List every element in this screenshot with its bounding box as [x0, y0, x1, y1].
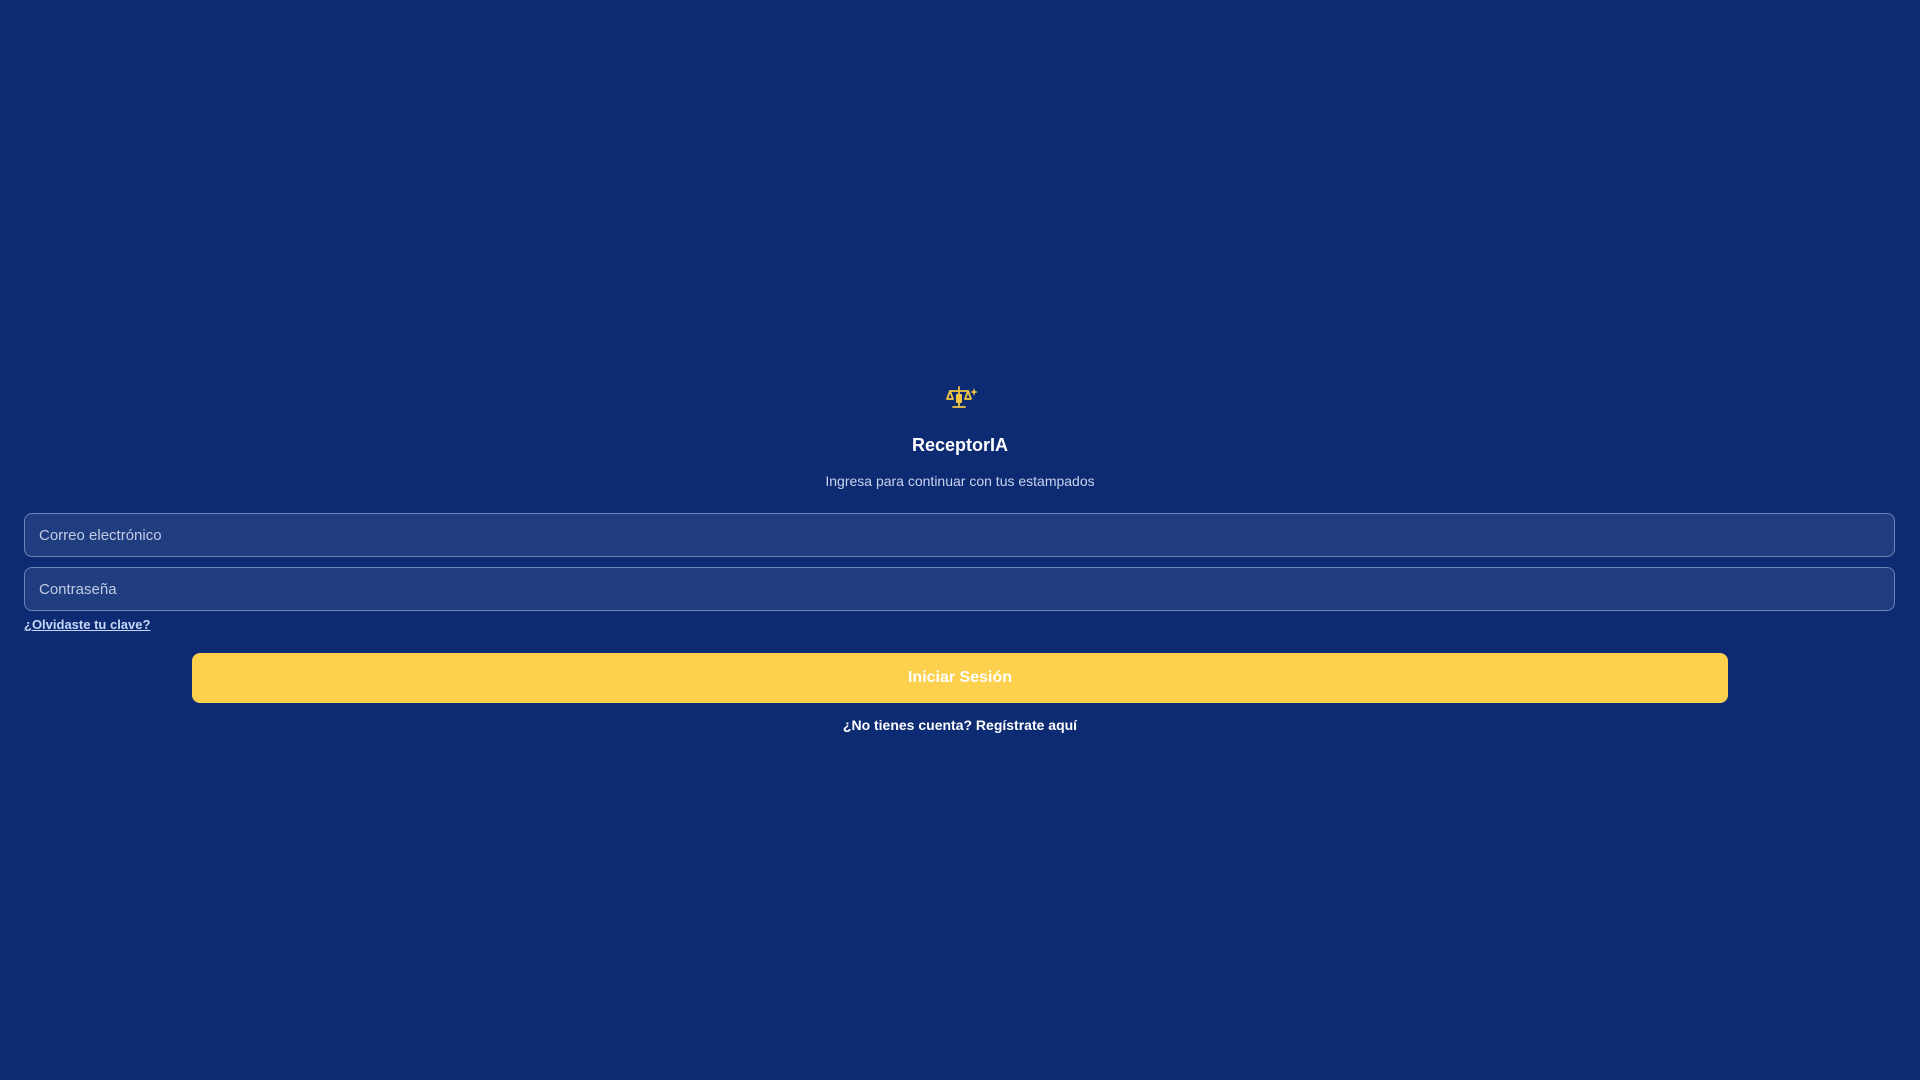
login-button[interactable]: Iniciar Sesión [192, 653, 1728, 703]
app-subtitle: Ingresa para continuar con tus estampado… [825, 473, 1095, 489]
app-title: ReceptorIA [911, 435, 1009, 455]
forgot-password-link[interactable]: ¿Olvidaste tu clave? [24, 616, 150, 634]
email-field[interactable] [24, 513, 1895, 557]
login-page: ReceptorIA Ingresa para continuar con tu… [0, 0, 1920, 1080]
register-link[interactable]: ¿No tienes cuenta? Regístrate aquí [843, 717, 1077, 733]
password-field[interactable] [24, 567, 1895, 611]
balance-scale-icon [946, 386, 978, 408]
register-prompt: ¿No tienes cuenta? Regístrate aquí [0, 715, 1920, 735]
